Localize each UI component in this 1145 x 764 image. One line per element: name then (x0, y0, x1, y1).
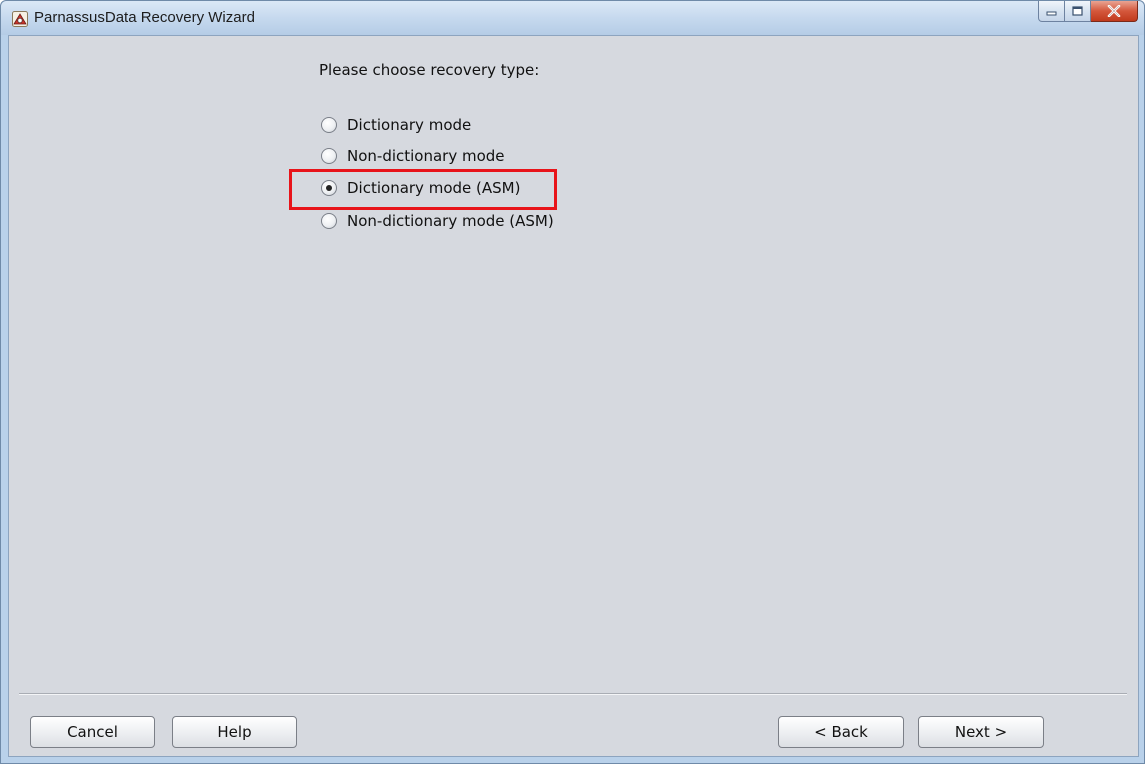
radio-button-icon[interactable] (321, 148, 337, 164)
maximize-icon (1071, 5, 1083, 16)
minimize-button[interactable] (1038, 1, 1065, 22)
help-button[interactable]: Help (172, 716, 297, 748)
button-bar-separator (19, 693, 1127, 695)
radio-button-icon[interactable] (321, 117, 337, 133)
radio-button-icon[interactable] (321, 213, 337, 229)
recovery-type-prompt: Please choose recovery type: (319, 61, 540, 79)
minimize-icon (1046, 11, 1056, 16)
radio-non-dictionary-mode-asm[interactable]: Non-dictionary mode (ASM) (321, 210, 554, 232)
maximize-button[interactable] (1065, 1, 1091, 22)
wizard-content: Please choose recovery type: Dictionary … (8, 35, 1139, 757)
highlight-annotation-box (289, 169, 557, 210)
close-button[interactable] (1091, 1, 1138, 22)
wizard-window: ParnassusData Recovery Wizard Please cho… (0, 0, 1145, 764)
window-controls (1038, 1, 1138, 23)
radio-dictionary-mode[interactable]: Dictionary mode (321, 114, 471, 136)
back-button[interactable]: < Back (778, 716, 904, 748)
radio-label[interactable]: Non-dictionary mode (347, 147, 505, 165)
next-button[interactable]: Next > (918, 716, 1044, 748)
cancel-button[interactable]: Cancel (30, 716, 155, 748)
radio-label[interactable]: Non-dictionary mode (ASM) (347, 212, 554, 230)
window-title: ParnassusData Recovery Wizard (34, 9, 255, 26)
close-icon (1107, 5, 1121, 17)
app-icon (12, 11, 28, 27)
radio-non-dictionary-mode[interactable]: Non-dictionary mode (321, 145, 505, 167)
title-bar[interactable]: ParnassusData Recovery Wizard (1, 1, 1144, 35)
radio-label[interactable]: Dictionary mode (347, 116, 471, 134)
